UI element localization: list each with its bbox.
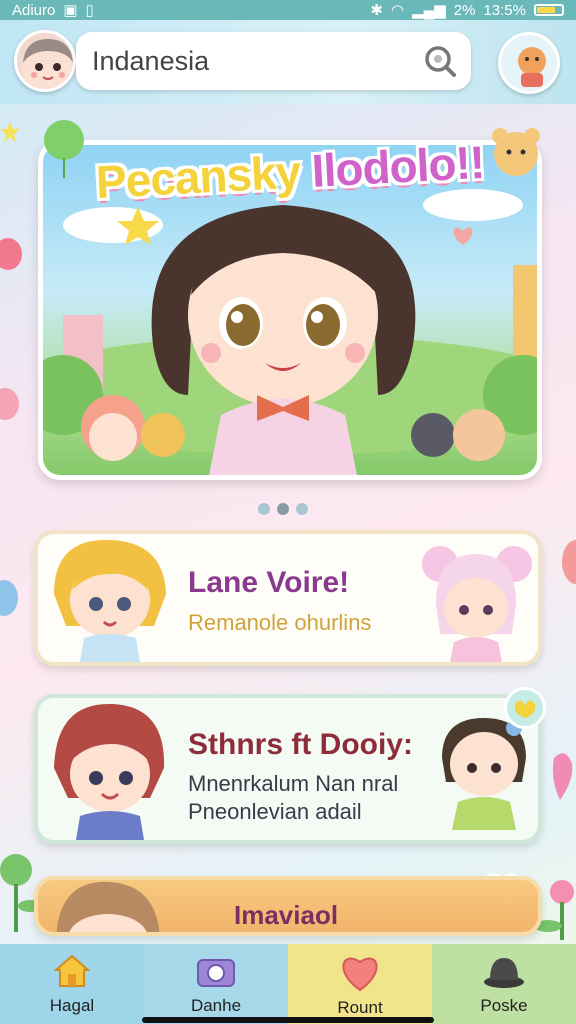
card-2-subtitle-line-1: Mnenrkalum Nan nral [188,771,399,796]
nav-tab-favorites-label: Rount [337,998,383,1017]
character-card-3[interactable]: Imaviaol [34,876,542,936]
heart-pink-icon [552,753,573,800]
nav-tab-home[interactable]: Hagal [0,944,144,1024]
nav-tab-favorites[interactable]: Rount [288,944,432,1024]
bottom-navigation: Hagal Danhe Rount Poske [0,944,576,1024]
home-icon [53,954,91,987]
search-input[interactable]: Indanesia [92,46,423,77]
battery-icon [534,4,564,16]
home-indicator[interactable] [142,1017,434,1023]
bluetooth-icon: ✱ [370,2,383,19]
card-2-subtitle: Mnenrkalum Nan nral Pneonlevian adail [188,770,398,826]
signal-text: 2% [453,1,476,19]
signal-icon: ▂▄▆ [412,2,446,19]
red-hair-character-image [54,703,165,840]
nav-tab-camera-label: Danhe [190,996,242,1015]
banner-title-part2: Ilodolo!! [310,140,486,197]
hat-icon [484,958,524,988]
camera-icon [197,959,235,987]
character-card-1[interactable]: Lane Voire! Remanole ohurlins [34,530,542,666]
status-bar: Adiuro ▣ ▯ ✱ ◠ ▂▄▆ 2% 13:5% [0,0,576,20]
nav-tab-camera[interactable]: Danhe [144,944,288,1024]
heart-decoration-icon [0,388,19,420]
character-card-2[interactable]: Sthnrs ft Dooiy: Mnenrkalum Nan nral Pne… [34,694,542,844]
card-1-subtitle: Remanole ohurlins [188,610,372,635]
card-1-title: Lane Voire! [188,566,350,599]
card-2-subtitle-line-2: Pneonlevian adail [188,799,362,824]
card-2-title: Sthnrs ft Dooiy: [188,728,413,761]
bear-sticker-icon [492,128,540,176]
nav-tab-home-label: Hagal [49,996,95,1015]
battery-text: 13:5% [483,1,526,19]
heart-icon [342,957,378,992]
brown-hair-character-image [56,881,160,932]
balloon-right-icon [562,540,576,584]
card-3-title: Imaviaol [234,900,339,930]
featured-banner[interactable]: Pecansky Ilodolo!! [38,140,542,480]
carousel-indicator[interactable] [258,503,308,515]
nav-tab-profile[interactable]: Poske [432,944,576,1024]
search-bar[interactable]: Indanesia [76,32,471,90]
wifi-icon: ◠ [390,2,405,19]
carrier-label: Adiuro [12,1,56,19]
search-icon[interactable] [423,44,457,78]
star-decoration-icon [0,122,20,142]
mascot-button[interactable] [498,32,560,94]
phone-icon: ▯ [85,2,94,19]
profile-avatar[interactable] [14,30,76,92]
notification-icon: ▣ [63,2,78,19]
balloon-green-icon [44,120,84,178]
banner-title-part1: Pecansky [94,145,302,209]
balloon-blue-icon [0,580,18,616]
blonde-character-image [54,539,166,662]
app-header: Indanesia [0,20,576,104]
nav-tab-profile-label: Poske [480,996,528,1015]
favorite-badge[interactable] [504,687,546,729]
pink-hair-character-image [422,546,532,662]
carousel-dot-2[interactable] [277,503,289,515]
carousel-dot-1[interactable] [258,503,270,515]
carousel-dot-3[interactable] [296,503,308,515]
balloon-icon [0,238,22,270]
star-icon [514,700,536,718]
